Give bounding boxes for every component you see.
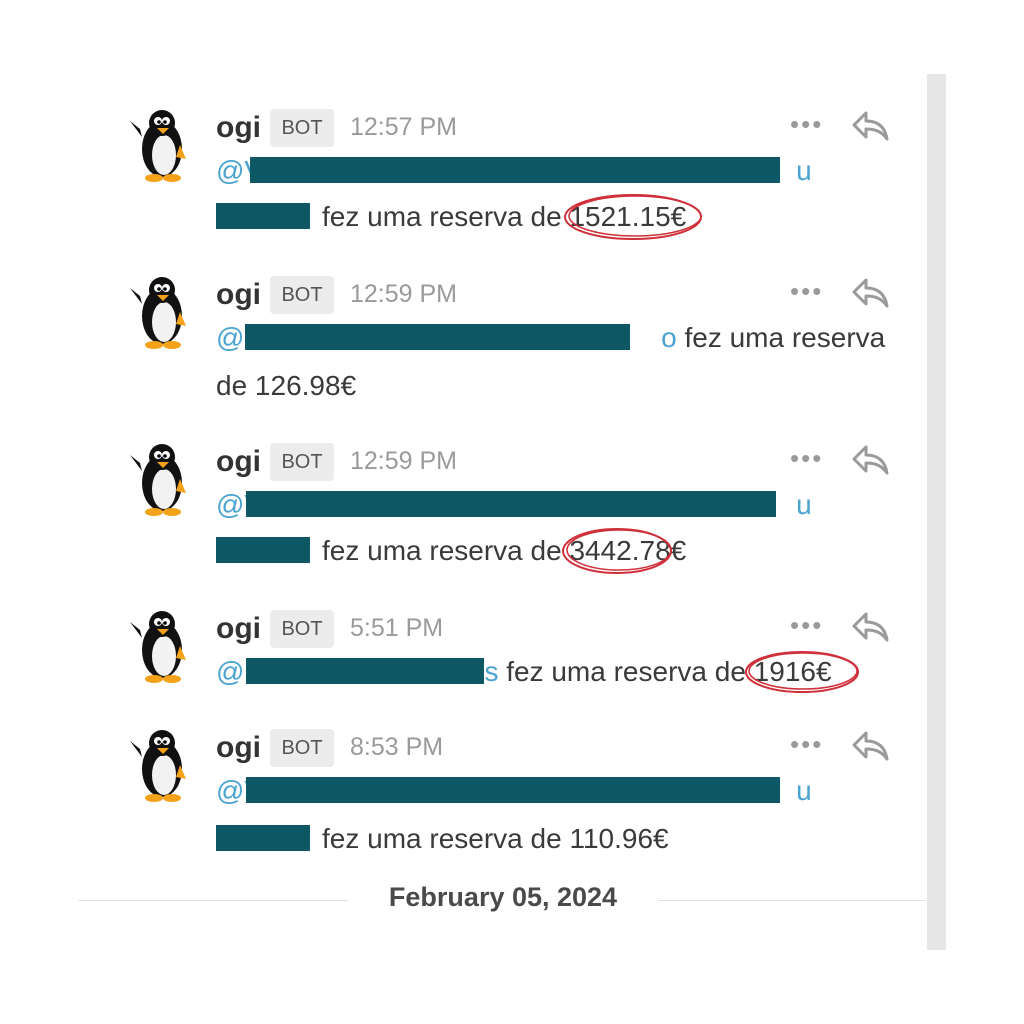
message-4: ogi BOT 5:51 PM ••• @ s fez uma reserva d… bbox=[0, 610, 927, 706]
reply-icon[interactable] bbox=[850, 274, 890, 310]
more-options-icon[interactable]: ••• bbox=[790, 729, 823, 760]
redaction-bar bbox=[246, 777, 780, 803]
message-time[interactable]: 5:51 PM bbox=[350, 614, 443, 643]
message-body: fez uma reserva bbox=[684, 322, 886, 353]
reservation-amount: 1916€ bbox=[744, 651, 859, 693]
sender-name[interactable]: ogi bbox=[216, 278, 261, 312]
reply-icon[interactable] bbox=[850, 727, 890, 763]
redaction-bar bbox=[246, 491, 776, 517]
amount-value: 1521.15€ bbox=[569, 201, 687, 232]
sender-name[interactable]: ogi bbox=[216, 731, 261, 765]
sender-name[interactable]: ogi bbox=[216, 445, 261, 479]
redaction-bar bbox=[216, 203, 310, 229]
currency-symbol: € bbox=[670, 535, 687, 566]
message-2: ogi BOT 12:59 PM ••• @S o fez uma reserva… bbox=[0, 276, 927, 412]
scrollbar[interactable] bbox=[927, 74, 946, 950]
user-mention-end[interactable]: s bbox=[484, 656, 498, 687]
reply-icon[interactable] bbox=[850, 107, 890, 143]
sender-name[interactable]: ogi bbox=[216, 612, 261, 646]
user-mention-end[interactable]: o bbox=[661, 322, 677, 353]
user-mention[interactable]: @ bbox=[216, 656, 244, 687]
user-mention-end[interactable]: u bbox=[796, 775, 812, 806]
bot-badge: BOT bbox=[270, 109, 334, 147]
message-body: fez uma reserva de bbox=[322, 535, 570, 566]
more-options-icon[interactable]: ••• bbox=[790, 443, 823, 474]
message-time[interactable]: 12:59 PM bbox=[350, 447, 457, 476]
message-text: fez uma reserva de 3442.78 € bbox=[322, 528, 687, 574]
message-3: ogi BOT 12:59 PM ••• @V u fez uma reserva… bbox=[0, 443, 927, 579]
user-mention-end[interactable]: u bbox=[796, 155, 812, 186]
amount-value: 3442.78 bbox=[569, 535, 671, 566]
penguin-avatar-icon[interactable] bbox=[128, 107, 194, 183]
amount-value: 1916€ bbox=[753, 656, 832, 687]
penguin-avatar-icon[interactable] bbox=[128, 727, 194, 803]
reply-icon[interactable] bbox=[850, 608, 890, 644]
message-body: fez uma reserva de bbox=[322, 823, 570, 854]
redaction-bar bbox=[250, 157, 780, 183]
penguin-avatar-icon[interactable] bbox=[128, 274, 194, 350]
more-options-icon[interactable]: ••• bbox=[790, 109, 823, 140]
message-1: ogi BOT 12:57 PM ••• @V u fez uma reserva… bbox=[0, 109, 927, 245]
message-body-cont: de 126.98€ bbox=[216, 370, 357, 401]
reservation-amount: 1521.15€ bbox=[564, 194, 703, 240]
bot-badge: BOT bbox=[270, 443, 334, 481]
message-text: fez uma reserva de 1521.15€ bbox=[322, 194, 703, 240]
penguin-avatar-icon[interactable] bbox=[128, 441, 194, 517]
redaction-bar bbox=[216, 537, 310, 563]
message-text: de 126.98€ bbox=[216, 370, 356, 402]
redaction-bar bbox=[245, 324, 630, 350]
date-separator: February 05, 2024 bbox=[388, 882, 618, 912]
message-body: fez uma reserva de bbox=[322, 201, 570, 232]
penguin-avatar-icon[interactable] bbox=[128, 608, 194, 684]
redaction-bar bbox=[246, 658, 484, 684]
reply-icon[interactable] bbox=[850, 441, 890, 477]
reservation-amount: 3442.78 bbox=[562, 528, 673, 574]
message-time[interactable]: 8:53 PM bbox=[350, 733, 443, 762]
bot-badge: BOT bbox=[270, 276, 334, 314]
message-body: fez uma reserva de bbox=[506, 656, 754, 687]
message-text: fez uma reserva de 110.96€ bbox=[322, 823, 669, 855]
message-time[interactable]: 12:59 PM bbox=[350, 280, 457, 309]
more-options-icon[interactable]: ••• bbox=[790, 276, 823, 307]
message-time[interactable]: 12:57 PM bbox=[350, 113, 457, 142]
sender-name[interactable]: ogi bbox=[216, 111, 261, 145]
reservation-amount: 110.96€ bbox=[569, 823, 669, 854]
bot-badge: BOT bbox=[270, 729, 334, 767]
message-5: ogi BOT 8:53 PM ••• @V u fez uma reserva … bbox=[0, 729, 927, 865]
bot-badge: BOT bbox=[270, 610, 334, 648]
redaction-bar bbox=[216, 825, 310, 851]
more-options-icon[interactable]: ••• bbox=[790, 610, 823, 641]
user-mention-end[interactable]: u bbox=[796, 489, 812, 520]
